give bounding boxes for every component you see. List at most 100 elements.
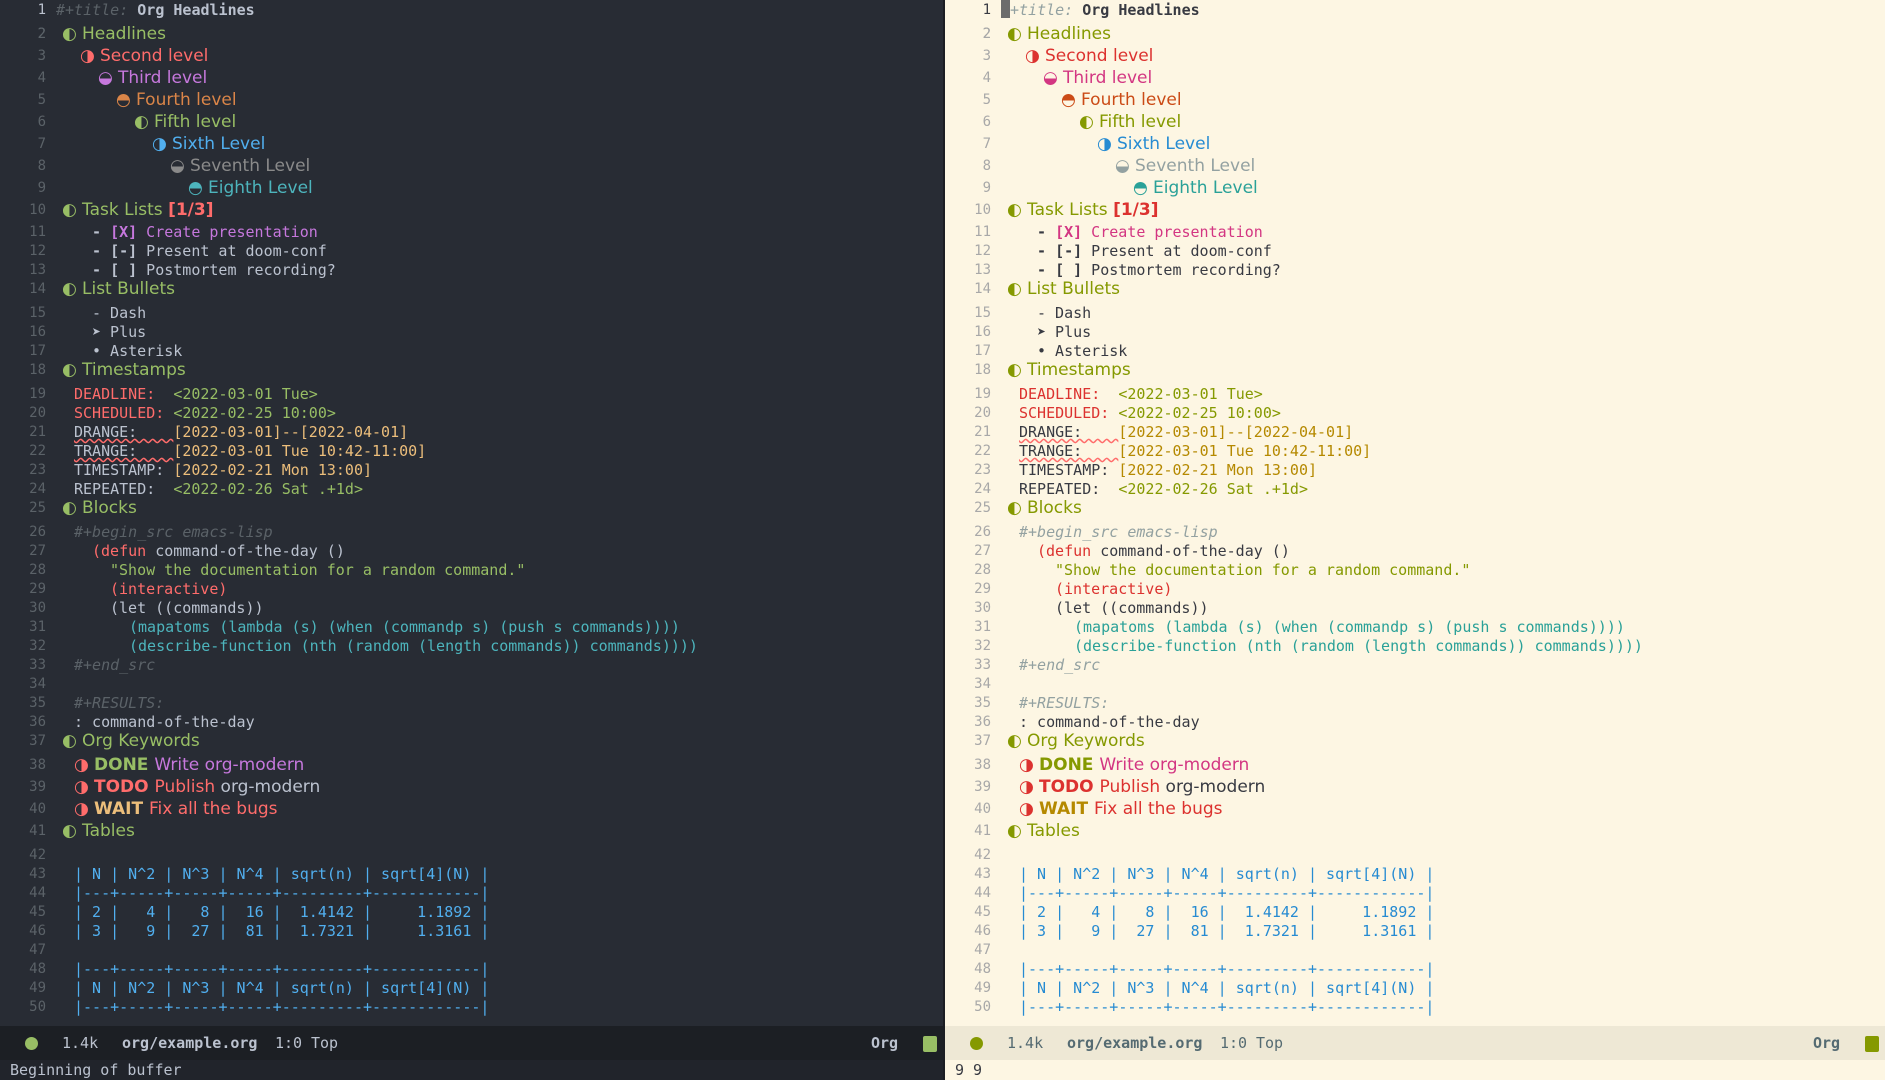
heading-list-bullets[interactable]: List Bullets	[82, 279, 175, 299]
heading-blocks[interactable]: Blocks	[82, 498, 137, 518]
table-row[interactable]: | 3 | 9 | 27 | 81 | 1.7321 | 1.3161 |	[74, 922, 489, 940]
heading-task-lists[interactable]: Task Lists	[1027, 200, 1113, 220]
buffer-line[interactable]: 49 | N | N^2 | N^3 | N^4 | sqrt(n) | sqrt…	[945, 978, 1885, 998]
keyword-heading-text[interactable]: Publish	[155, 777, 216, 797]
timestamp-value[interactable]: [2022-02-21 Mon 13:00]	[1118, 461, 1317, 479]
timestamp-value[interactable]: <2022-02-25 10:00>	[1118, 404, 1281, 422]
buffer-line[interactable]: 45 | 2 | 4 | 8 | 16 | 1.4142 | 1.1892 |	[945, 902, 1885, 922]
buffer-line[interactable]: 36: command-of-the-day	[0, 712, 943, 732]
table-separator[interactable]: |---+-----+-----+-----+---------+-------…	[1019, 884, 1434, 902]
timestamp-value[interactable]: <2022-03-01 Tue>	[173, 385, 318, 403]
buffer-line[interactable]: 50 |---+-----+-----+-----+---------+-----…	[0, 997, 943, 1017]
heading-tables[interactable]: Tables	[82, 821, 135, 841]
buffer-line[interactable]: 24 REPEATED: <2022-02-26 Sat .+1d>	[945, 479, 1885, 499]
buffer-line[interactable]: 49 | N | N^2 | N^3 | N^4 | sqrt(n) | sqrt…	[0, 978, 943, 998]
buffer-line[interactable]: 34	[945, 674, 1885, 694]
heading-h4[interactable]: Fourth level	[136, 90, 237, 110]
buffer-line[interactable]: 14 ◐ List Bullets	[945, 279, 1885, 299]
buffer-line[interactable]: 28 "Show the documentation for a random c…	[945, 560, 1885, 580]
buffer-line[interactable]: 3 ◑ Second level	[945, 46, 1885, 66]
buffer-line[interactable]: 14 ◐ List Bullets	[0, 279, 943, 299]
buffer-line[interactable]: 20 SCHEDULED: <2022-02-25 10:00>	[945, 403, 1885, 423]
keyword-heading-text[interactable]: Write org-modern	[1099, 755, 1249, 775]
buffer-line[interactable]: 6 ◐ Fifth level	[0, 112, 943, 132]
major-mode[interactable]: Org	[871, 1026, 898, 1060]
buffer-line[interactable]: 15 - Dash	[945, 303, 1885, 323]
major-mode[interactable]: Org	[1813, 1026, 1840, 1060]
buffer-line[interactable]: 7 ◑ Sixth Level	[945, 134, 1885, 154]
buffer-line[interactable]: 9 ◓ Eighth Level	[945, 178, 1885, 198]
buffer-line[interactable]: 13 - [ ] Postmortem recording?	[0, 260, 943, 280]
buffer-line[interactable]: 4 ◒ Third level	[0, 68, 943, 88]
timestamp-value[interactable]: [2022-02-21 Mon 13:00]	[173, 461, 372, 479]
table-separator[interactable]: |---+-----+-----+-----+---------+-------…	[74, 998, 489, 1016]
buffer-line[interactable]: 41 ◐ Tables	[945, 821, 1885, 841]
buffer-line[interactable]: 10 ◐ Task Lists [1/3]	[0, 200, 943, 220]
buffer-line[interactable]: 41 ◐ Tables	[0, 821, 943, 841]
buffer-line[interactable]: 19 DEADLINE: <2022-03-01 Tue>	[945, 384, 1885, 404]
buffer-line[interactable]: 8 ◒ Seventh Level	[0, 156, 943, 176]
buffer-line[interactable]: 1 +title: Org Headlines	[945, 0, 1885, 20]
heading-org-keywords[interactable]: Org Keywords	[1027, 731, 1145, 751]
task-checkbox[interactable]: [-]	[110, 242, 137, 260]
table-separator[interactable]: |---+-----+-----+-----+---------+-------…	[1019, 998, 1434, 1016]
heading-h7[interactable]: Seventh Level	[1135, 156, 1255, 176]
buffer-line[interactable]: 28 "Show the documentation for a random c…	[0, 560, 943, 580]
table-separator[interactable]: |---+-----+-----+-----+---------+-------…	[74, 884, 489, 902]
file-path[interactable]: org/example.org	[122, 1026, 257, 1060]
buffer-line[interactable]: 2 ◐ Headlines	[945, 24, 1885, 44]
left-window-dark[interactable]: 1 #+title: Org Headlines 2 2 ◐ Headlines 3 ◑ Sec…	[0, 0, 943, 1080]
task-checkbox[interactable]: [X]	[1055, 223, 1082, 241]
table-row[interactable]: | 2 | 4 | 8 | 16 | 1.4142 | 1.1892 |	[1019, 903, 1434, 921]
buffer-line[interactable]: 46 | 3 | 9 | 27 | 81 | 1.7321 | 1.3161 |	[0, 921, 943, 941]
buffer-line[interactable]: 27 (defun command-of-the-day ()	[0, 541, 943, 561]
buffer-line[interactable]: 36: command-of-the-day	[945, 712, 1885, 732]
buffer-line[interactable]: 33 #+end_src	[0, 655, 943, 675]
buffer-line[interactable]: 32 (describe-function (nth (random (lengt…	[0, 636, 943, 656]
buffer-line[interactable]: 15 - Dash	[0, 303, 943, 323]
todo-keyword[interactable]: WAIT	[94, 799, 149, 819]
heading-blocks[interactable]: Blocks	[1027, 498, 1082, 518]
buffer-line[interactable]: 43 | N | N^2 | N^3 | N^4 | sqrt(n) | sqrt…	[0, 864, 943, 884]
buffer-line[interactable]: 19 DEADLINE: <2022-03-01 Tue>	[0, 384, 943, 404]
heading-h3[interactable]: Third level	[1063, 68, 1152, 88]
buffer-line[interactable]: 9 ◓ Eighth Level	[0, 178, 943, 198]
buffer-line[interactable]: 42	[0, 845, 943, 865]
heading-timestamps[interactable]: Timestamps	[1027, 360, 1131, 380]
buffer-line[interactable]: 35 #+RESULTS:	[945, 693, 1885, 713]
heading-h8[interactable]: Eighth Level	[1153, 178, 1258, 198]
heading-h7[interactable]: Seventh Level	[190, 156, 310, 176]
task-checkbox[interactable]: [ ]	[1055, 261, 1082, 279]
task-checkbox[interactable]: [-]	[1055, 242, 1082, 260]
heading-h3[interactable]: Third level	[118, 68, 207, 88]
buffer-line[interactable]: 37 ◐ Org Keywords	[945, 731, 1885, 751]
buffer-line[interactable]: 46 | 3 | 9 | 27 | 81 | 1.7321 | 1.3161 |	[945, 921, 1885, 941]
table-header[interactable]: | N | N^2 | N^3 | N^4 | sqrt(n) | sqrt[4…	[74, 979, 489, 997]
buffer-line[interactable]: 32 (describe-function (nth (random (lengt…	[945, 636, 1885, 656]
buffer-line[interactable]: 42	[945, 845, 1885, 865]
buffer-line[interactable]: 34	[0, 674, 943, 694]
buffer-line[interactable]: 21 DRANGE: [2022-03-01]--[2022-04-01]	[0, 422, 943, 442]
heading-h1[interactable]: Headlines	[82, 24, 166, 44]
buffer-line[interactable]: 44 |---+-----+-----+-----+---------+-----…	[945, 883, 1885, 903]
buffer-line[interactable]: 31 (mapatoms (lambda (s) (when (commandp …	[945, 617, 1885, 637]
buffer-line[interactable]: 30 (let ((commands))	[0, 598, 943, 618]
heading-org-keywords[interactable]: Org Keywords	[82, 731, 200, 751]
buffer-line[interactable]: 37 ◐ Org Keywords	[0, 731, 943, 751]
buffer-line[interactable]: 48 |---+-----+-----+-----+---------+-----…	[945, 959, 1885, 979]
buffer-line[interactable]: 45 | 2 | 4 | 8 | 16 | 1.4142 | 1.1892 |	[0, 902, 943, 922]
buffer-line[interactable]: 30 (let ((commands))	[945, 598, 1885, 618]
todo-keyword[interactable]: WAIT	[1039, 799, 1094, 819]
heading-h5[interactable]: Fifth level	[1099, 112, 1181, 132]
table-header[interactable]: | N | N^2 | N^3 | N^4 | sqrt(n) | sqrt[4…	[74, 865, 489, 883]
buffer-line[interactable]: 40 ◑ WAIT Fix all the bugs	[945, 799, 1885, 819]
todo-keyword[interactable]: DONE	[94, 755, 154, 775]
table-header[interactable]: | N | N^2 | N^3 | N^4 | sqrt(n) | sqrt[4…	[1019, 979, 1434, 997]
keyword-heading-text[interactable]: Fix all the bugs	[1094, 799, 1223, 819]
timestamp-value[interactable]: <2022-02-26 Sat .+1d>	[173, 480, 363, 498]
buffer-line[interactable]: 24 REPEATED: <2022-02-26 Sat .+1d>	[0, 479, 943, 499]
keyword-heading-text[interactable]: Fix all the bugs	[149, 799, 278, 819]
buffer-line[interactable]: 29 (interactive)	[945, 579, 1885, 599]
todo-keyword[interactable]: TODO	[1039, 777, 1100, 797]
buffer-line[interactable]: 26 #+begin_src emacs-lisp	[945, 522, 1885, 542]
